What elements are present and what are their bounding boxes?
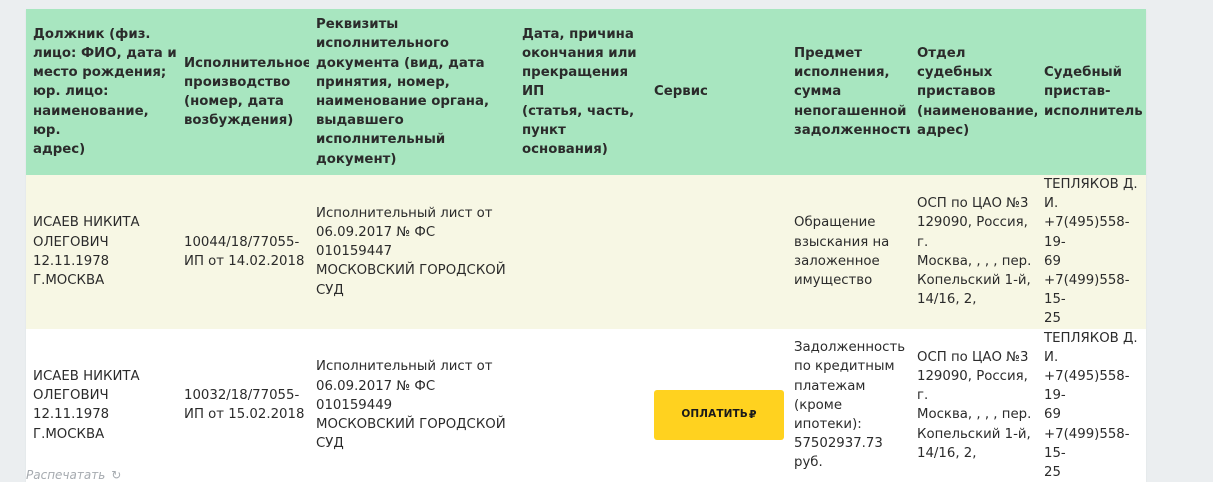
cell-document: Исполнительный лист от 06.09.2017 № ФС 0…: [309, 328, 515, 482]
header-service: Сервис: [654, 9, 787, 175]
cell-end-reason: [515, 328, 654, 482]
ruble-icon: ₽: [748, 408, 757, 422]
header-debtor: Должник (физ. лицо: ФИО, дата и место ро…: [26, 9, 177, 175]
cell-proceeding: 10032/18/77055- ИП от 15.02.2018: [177, 328, 309, 482]
cell-subject: Задолженность по кредитным платежам (кро…: [787, 328, 910, 482]
cell-department: ОСП по ЦАО №3 129090, Россия, г. Москва,…: [910, 175, 1037, 329]
cell-debtor: ИСАЕВ НИКИТА ОЛЕГОВИЧ 12.11.1978 Г.МОСКВ…: [26, 175, 177, 329]
cell-subject: Обращение взыскания на заложенное имущес…: [787, 175, 910, 329]
pay-button[interactable]: ОПЛАТИТЬ ₽: [654, 390, 784, 441]
cell-service: [654, 175, 787, 329]
cell-service: ОПЛАТИТЬ ₽: [654, 328, 787, 482]
enforcement-proceedings-table: Должник (физ. лицо: ФИО, дата и место ро…: [26, 9, 1146, 482]
table-header-row: Должник (физ. лицо: ФИО, дата и место ро…: [26, 9, 1146, 175]
results-table-container: Должник (физ. лицо: ФИО, дата и место ро…: [26, 9, 1146, 482]
header-proceeding: Исполнительное производство (номер, дата…: [177, 9, 309, 175]
pay-button-label: ОПЛАТИТЬ: [681, 408, 748, 421]
cell-document: Исполнительный лист от 06.09.2017 № ФС 0…: [309, 175, 515, 329]
cell-proceeding: 10044/18/77055- ИП от 14.02.2018: [177, 175, 309, 329]
header-end-reason: Дата, причина окончания или прекращения …: [515, 9, 654, 175]
cell-debtor: ИСАЕВ НИКИТА ОЛЕГОВИЧ 12.11.1978 Г.МОСКВ…: [26, 328, 177, 482]
cell-bailiff: ТЕПЛЯКОВ Д. И. +7(495)558-19- 69 +7(499)…: [1037, 175, 1146, 329]
header-subject: Предмет исполнения, сумма непогашенной з…: [787, 9, 910, 175]
cell-bailiff: ТЕПЛЯКОВ Д. И. +7(495)558-19- 69 +7(499)…: [1037, 328, 1146, 482]
header-bailiff: Судебный пристав- исполнитель: [1037, 9, 1146, 175]
table-row: ИСАЕВ НИКИТА ОЛЕГОВИЧ 12.11.1978 Г.МОСКВ…: [26, 328, 1146, 482]
cell-department: ОСП по ЦАО №3 129090, Россия, г. Москва,…: [910, 328, 1037, 482]
cell-end-reason: [515, 175, 654, 329]
table-row: ИСАЕВ НИКИТА ОЛЕГОВИЧ 12.11.1978 Г.МОСКВ…: [26, 175, 1146, 329]
header-document: Реквизиты исполнительного документа (вид…: [309, 9, 515, 175]
header-department: Отдел судебных приставов (наименование, …: [910, 9, 1037, 175]
